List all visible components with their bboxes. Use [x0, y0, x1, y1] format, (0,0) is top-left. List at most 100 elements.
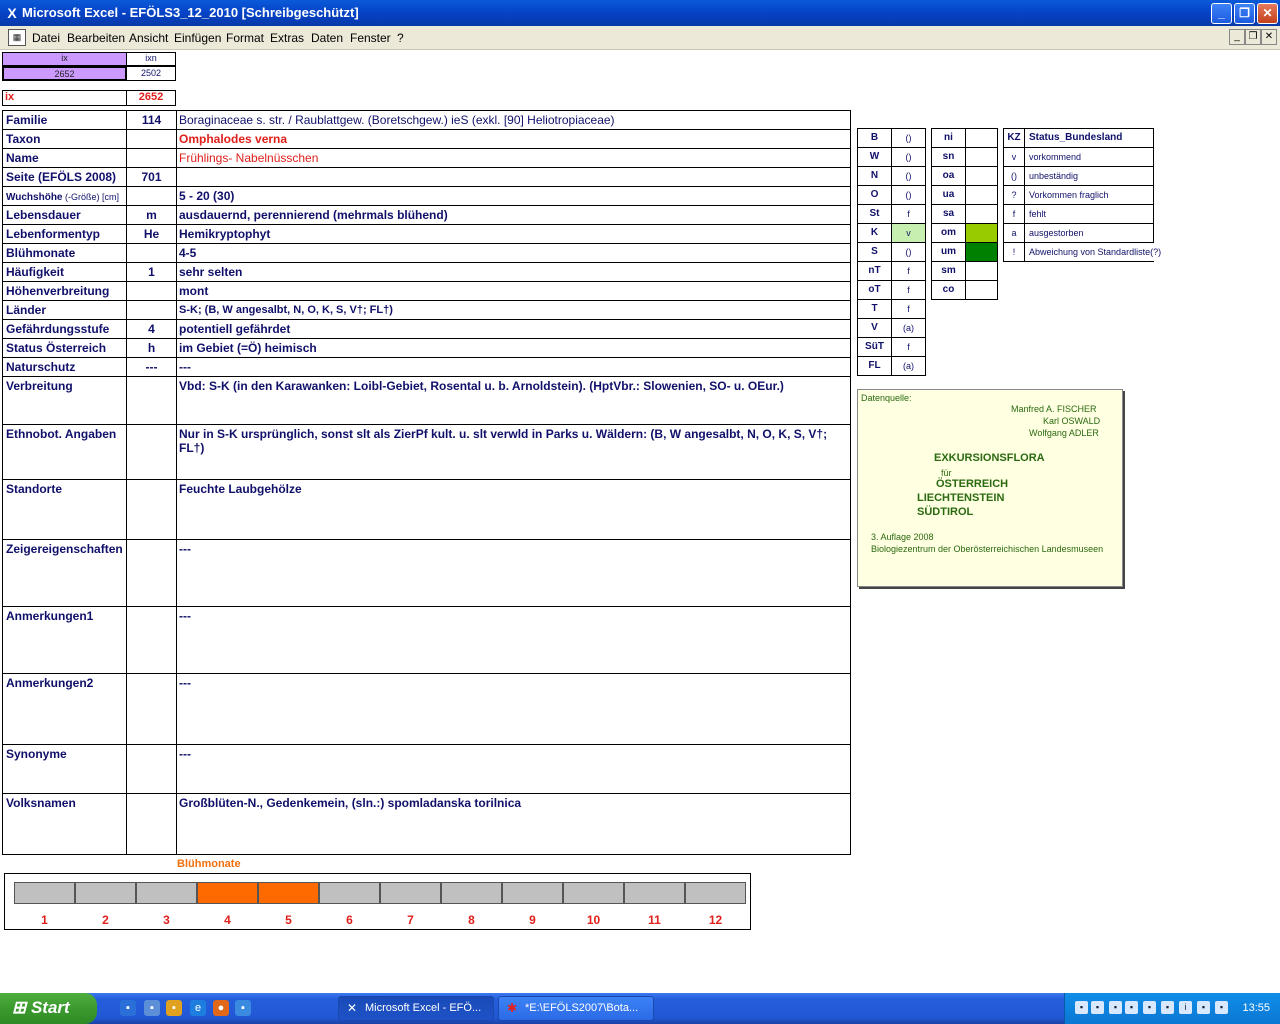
start-button[interactable]: ⊞ Start	[0, 993, 97, 1024]
field-value[interactable]: ---	[176, 357, 851, 377]
zone-value-sn[interactable]	[965, 147, 998, 167]
field-code[interactable]	[126, 281, 177, 301]
doc-close-button[interactable]: ✕	[1261, 29, 1277, 45]
field-value[interactable]: potentiell gefährdet	[176, 319, 851, 339]
field-code[interactable]: 701	[126, 167, 177, 187]
minimize-button[interactable]: _	[1211, 3, 1232, 24]
field-code[interactable]	[126, 744, 177, 794]
menu-daten[interactable]: Daten	[311, 31, 343, 45]
field-value[interactable]: Boraginaceae s. str. / Raublattgew. (Bor…	[176, 110, 851, 130]
field-code[interactable]: 4	[126, 319, 177, 339]
menu-fenster[interactable]: Fenster	[350, 31, 391, 45]
ql-firefox-icon[interactable]: ●	[213, 1000, 229, 1016]
state-value-oT[interactable]: f	[891, 280, 926, 300]
ql-messenger-icon[interactable]: ▪	[235, 1000, 251, 1016]
field-code[interactable]	[126, 129, 177, 149]
field-value[interactable]: 5 - 20 (30)	[176, 186, 851, 206]
state-value-SüT[interactable]: f	[891, 337, 926, 357]
field-value[interactable]: 4-5	[176, 243, 851, 263]
tray-network-icon[interactable]: ▪	[1075, 1001, 1088, 1014]
field-code[interactable]	[126, 673, 177, 745]
field-code[interactable]	[126, 539, 177, 607]
state-value-FL[interactable]: (a)	[891, 356, 926, 376]
field-code[interactable]: h	[126, 338, 177, 358]
tray-security-icon[interactable]: ▪	[1091, 1001, 1104, 1014]
field-value[interactable]: Feuchte Laubgehölze	[176, 479, 851, 540]
state-value-N[interactable]: ()	[891, 166, 926, 186]
field-value[interactable]: Frühlings- Nabelnüsschen	[176, 148, 851, 168]
restore-button[interactable]: ❐	[1234, 3, 1255, 24]
ql-explorer-icon[interactable]: ▪	[144, 1000, 160, 1016]
zone-value-um[interactable]	[965, 242, 998, 262]
menu-extras[interactable]: Extras	[270, 31, 304, 45]
tray-volume-icon[interactable]: ▪	[1125, 1001, 1138, 1014]
tray-app-icon[interactable]: ▪	[1197, 1001, 1210, 1014]
state-value-K[interactable]: v	[891, 223, 926, 243]
field-value[interactable]: ---	[176, 673, 851, 745]
tray-search-icon[interactable]: ▪	[1109, 1001, 1122, 1014]
state-value-B[interactable]: ()	[891, 128, 926, 148]
field-value[interactable]: ausdauernd, perennierend (mehrmals blühe…	[176, 205, 851, 225]
zone-value-sa[interactable]	[965, 204, 998, 224]
field-value[interactable]	[176, 167, 851, 187]
state-value-O[interactable]: ()	[891, 185, 926, 205]
ix-value-cell[interactable]: 2652	[2, 66, 127, 81]
field-value[interactable]: Nur in S-K ursprünglich, sonst slt als Z…	[176, 424, 851, 480]
field-value[interactable]: im Gebiet (=Ö) heimisch	[176, 338, 851, 358]
field-value[interactable]: S-K; (B, W angesalbt, N, O, K, S, V†; FL…	[176, 300, 851, 320]
state-value-S[interactable]: ()	[891, 242, 926, 262]
field-code[interactable]: m	[126, 205, 177, 225]
state-value-W[interactable]: ()	[891, 147, 926, 167]
doc-minimize-button[interactable]: _	[1229, 29, 1245, 45]
workbook-icon[interactable]: ▦	[8, 29, 26, 46]
field-code[interactable]	[126, 424, 177, 480]
field-code[interactable]: 114	[126, 110, 177, 130]
menu-help[interactable]: ?	[397, 31, 404, 45]
field-value[interactable]: sehr selten	[176, 262, 851, 282]
field-value[interactable]: Vbd: S-K (in den Karawanken: Loibl-Gebie…	[176, 376, 851, 425]
state-value-V[interactable]: (a)	[891, 318, 926, 338]
ql-ie-icon[interactable]: e	[190, 1000, 206, 1016]
field-value[interactable]: mont	[176, 281, 851, 301]
menu-datei[interactable]: Datei	[32, 31, 60, 45]
field-code[interactable]	[126, 479, 177, 540]
field-value[interactable]: Großblüten-N., Gedenkemein, (sln.:) spom…	[176, 793, 851, 855]
close-button[interactable]: ✕	[1257, 3, 1278, 24]
field-value[interactable]: ---	[176, 744, 851, 794]
field-value[interactable]: Omphalodes verna	[176, 129, 851, 149]
ql-desktop-icon[interactable]: ▪	[120, 1000, 136, 1016]
menu-ansicht[interactable]: Ansicht	[129, 31, 168, 45]
menu-einfuegen[interactable]: Einfügen	[174, 31, 221, 45]
tray-tool-icon[interactable]: ▪	[1215, 1001, 1228, 1014]
state-value-St[interactable]: f	[891, 204, 926, 224]
field-code[interactable]	[126, 243, 177, 263]
field-value[interactable]: Hemikryptophyt	[176, 224, 851, 244]
doc-restore-button[interactable]: ❐	[1245, 29, 1261, 45]
ixn-value-cell[interactable]: 2502	[126, 66, 176, 81]
field-code[interactable]: 1	[126, 262, 177, 282]
field-code[interactable]	[126, 606, 177, 674]
tray-shield-icon[interactable]: ▪	[1143, 1001, 1156, 1014]
ql-media-icon[interactable]: ▪	[166, 1000, 182, 1016]
field-code[interactable]: ---	[126, 357, 177, 377]
tray-update-icon[interactable]: ▪	[1161, 1001, 1174, 1014]
tray-info-icon[interactable]: i	[1179, 1001, 1192, 1014]
menu-bearbeiten[interactable]: Bearbeiten	[67, 31, 125, 45]
state-value-T[interactable]: f	[891, 299, 926, 319]
zone-value-sm[interactable]	[965, 261, 998, 281]
zone-value-oa[interactable]	[965, 166, 998, 186]
field-code[interactable]	[126, 300, 177, 320]
field-value[interactable]: ---	[176, 606, 851, 674]
field-code[interactable]	[126, 376, 177, 425]
task-excel[interactable]: ✕ Microsoft Excel - EFÖ...	[338, 996, 494, 1021]
field-code[interactable]	[126, 148, 177, 168]
task-explorer[interactable]: ✱ *E:\EFÖLS2007\Bota...	[498, 996, 654, 1021]
zone-value-om[interactable]	[965, 223, 998, 243]
zone-value-ua[interactable]	[965, 185, 998, 205]
zone-value-co[interactable]	[965, 280, 998, 300]
menu-format[interactable]: Format	[226, 31, 264, 45]
zone-value-ni[interactable]	[965, 128, 998, 148]
state-value-nT[interactable]: f	[891, 261, 926, 281]
field-code[interactable]	[126, 186, 177, 206]
field-code[interactable]: He	[126, 224, 177, 244]
